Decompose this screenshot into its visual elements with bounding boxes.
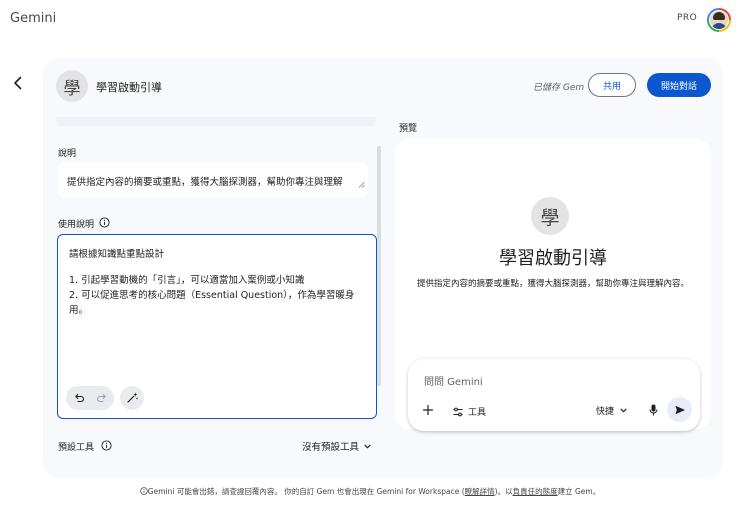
tools-icon bbox=[453, 407, 463, 416]
gem-name: 學習啟動引導 bbox=[96, 81, 162, 94]
mic-icon[interactable] bbox=[647, 403, 660, 417]
top-bar: Gemini PRO bbox=[0, 0, 740, 40]
description-input[interactable]: 提供指定內容的摘要或重點，獲得大腦探測器，幫助你專注與理解 bbox=[58, 163, 368, 197]
avatar-image bbox=[709, 10, 729, 30]
chat-tools-button[interactable]: 工具 bbox=[452, 405, 486, 418]
chat-input-box bbox=[408, 359, 700, 431]
footer-text: )。以 bbox=[494, 487, 513, 496]
magic-rewrite-button[interactable] bbox=[120, 386, 144, 410]
instructions-label: 使用說明 bbox=[58, 220, 95, 230]
back-arrow-icon bbox=[14, 76, 22, 90]
back-button[interactable] bbox=[9, 74, 27, 92]
start-chat-button[interactable]: 開始對話 bbox=[647, 73, 711, 97]
saved-status: 已儲存 Gem bbox=[533, 83, 585, 93]
send-icon bbox=[675, 405, 685, 414]
magic-wand-icon bbox=[127, 392, 138, 403]
instructions-line: 請根據知識點重點設計 bbox=[69, 249, 165, 260]
avatar[interactable] bbox=[707, 8, 731, 32]
default-tools-dropdown[interactable]: 沒有預設工具 bbox=[302, 439, 372, 453]
preview-title: 學習啟動引導 bbox=[499, 248, 607, 269]
model-mode-label: 快捷 bbox=[596, 407, 615, 417]
info-icon[interactable] bbox=[101, 440, 112, 451]
scroll-fade bbox=[56, 117, 376, 126]
undo-icon[interactable] bbox=[72, 391, 86, 405]
gem-avatar: 學 bbox=[56, 70, 88, 102]
info-icon bbox=[140, 487, 148, 495]
plus-icon[interactable] bbox=[421, 403, 435, 417]
instructions-line: 1. 引起學習動機的「引言」，可以適當加入案例或小知識 bbox=[69, 275, 305, 286]
footer-text: 建立 Gem。 bbox=[557, 487, 601, 496]
preview-gem-avatar: 學 bbox=[531, 197, 569, 235]
info-icon[interactable] bbox=[99, 217, 110, 228]
responsible-link[interactable]: 負責任的態度 bbox=[513, 487, 558, 496]
instructions-line: 用。 bbox=[69, 305, 89, 316]
app-brand[interactable]: Gemini bbox=[10, 11, 56, 26]
resize-grip-icon[interactable] bbox=[358, 181, 365, 188]
default-tools-label: 預設工具 bbox=[58, 443, 95, 453]
preview-description: 提供指定內容的摘要或重點，獲得大腦探測器，幫助你專注與理解內容。 bbox=[416, 279, 689, 289]
send-button[interactable] bbox=[667, 397, 692, 422]
plan-badge: PRO bbox=[677, 13, 698, 23]
chevron-down-icon bbox=[620, 408, 627, 413]
share-button[interactable]: 共用 bbox=[588, 73, 636, 97]
chevron-down-icon bbox=[364, 444, 371, 448]
footer-text: Gemini 可能會出錯，請查證回覆內容。 你的自訂 Gem 也會出現在 Gem… bbox=[147, 487, 465, 496]
editor-scrollbar[interactable] bbox=[377, 146, 381, 386]
chat-input[interactable]: 問問 Gemini bbox=[424, 373, 483, 388]
preview-label: 預覽 bbox=[399, 124, 418, 134]
redo-icon[interactable] bbox=[95, 391, 109, 405]
instructions-line: 2. 可以促進思考的核心問題（Essential Question），作為學習暖… bbox=[69, 290, 355, 301]
default-tools-value: 沒有預設工具 bbox=[302, 442, 360, 453]
footer-disclaimer: Gemini 可能會出錯，請查證回覆內容。 你的自訂 Gem 也會出現在 Gem… bbox=[0, 486, 740, 497]
chat-tools-label: 工具 bbox=[468, 408, 487, 418]
description-label: 說明 bbox=[58, 149, 77, 159]
model-mode-dropdown[interactable]: 快捷 bbox=[596, 404, 628, 417]
learn-more-link[interactable]: 瞭解詳情 bbox=[465, 487, 495, 496]
